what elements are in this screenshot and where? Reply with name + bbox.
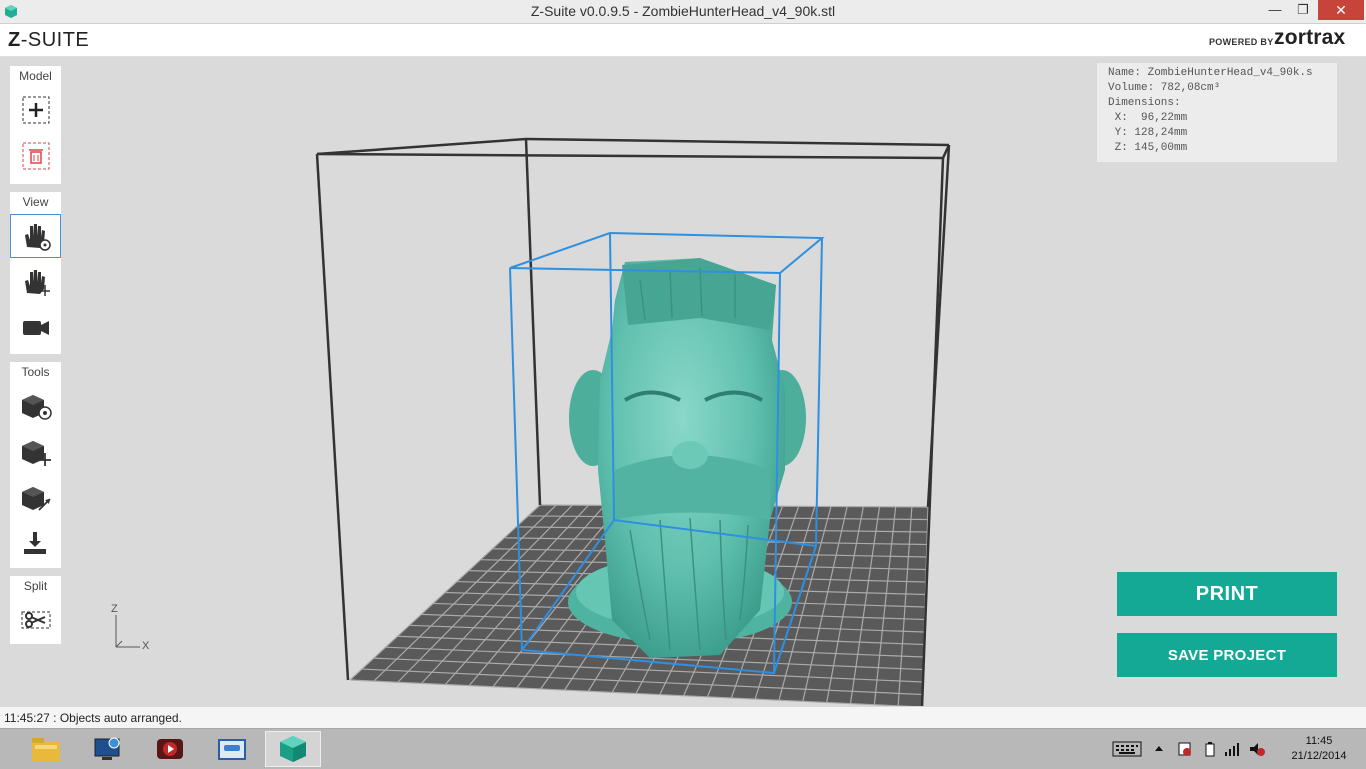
logo-text: -SUITE xyxy=(20,29,90,51)
save-project-button[interactable]: SAVE PROJECT xyxy=(1117,633,1337,677)
action-center-flag-icon[interactable] xyxy=(1176,741,1192,757)
volume-muted-icon[interactable] xyxy=(1248,741,1266,757)
split-panel: Split xyxy=(10,576,61,644)
axis-z-label: Z xyxy=(111,603,118,615)
camera-icon xyxy=(22,321,49,335)
model-info-panel: Name: ZombieHunterHead_v4_90k.s Volume: 7… xyxy=(1097,63,1337,162)
tools-panel-title: Tools xyxy=(21,365,50,379)
chat-window-icon xyxy=(218,739,246,760)
place-on-bed-icon xyxy=(23,532,46,554)
rotate-view-button[interactable] xyxy=(10,214,61,258)
cube-rotate-icon xyxy=(21,395,52,420)
delete-model-button[interactable] xyxy=(10,134,61,178)
dimension-x: X: 96,22mm xyxy=(1108,112,1188,124)
maximize-button[interactable]: ❐ xyxy=(1290,0,1316,20)
camera-view-button[interactable] xyxy=(10,306,61,350)
minimize-button[interactable]: — xyxy=(1262,0,1288,20)
status-bar: 11:45:27 : Objects auto arranged. xyxy=(0,706,1366,729)
split-panel-title: Split xyxy=(23,579,48,593)
tray-expand-icon[interactable] xyxy=(1154,741,1164,757)
lay-flat-button[interactable] xyxy=(10,522,61,566)
brand-logo: zortrax xyxy=(1274,26,1346,49)
title-bar: Z-Suite v0.0.9.5 - ZombieHunterHead_v4_9… xyxy=(0,0,1366,24)
system-clock[interactable]: 11:45 21/12/2014 xyxy=(1290,734,1348,764)
app-logo: Z-SUITE xyxy=(8,29,89,52)
scissors-icon xyxy=(21,611,50,629)
cube-scale-icon xyxy=(21,487,51,511)
powered-by-label: POWERED BY xyxy=(1209,37,1274,47)
add-model-button[interactable] xyxy=(10,88,61,132)
trash-icon xyxy=(22,142,49,170)
scale-object-button[interactable] xyxy=(10,476,61,520)
tools-panel: Tools xyxy=(10,362,61,568)
model-volume: Volume: 782,08cm³ xyxy=(1108,82,1221,94)
hand-rotate-icon xyxy=(24,224,51,251)
model-panel: Model xyxy=(10,66,61,184)
taskbar-media-player[interactable] xyxy=(142,731,198,767)
clock-time: 11:45 xyxy=(1305,735,1333,747)
view-panel-title: View xyxy=(22,195,49,209)
taskbar-file-explorer[interactable] xyxy=(18,731,74,767)
taskbar-remote-desktop[interactable] xyxy=(80,731,136,767)
dimension-y: Y: 128,24mm xyxy=(1108,127,1188,139)
app-header: Z-SUITE POWERED BY zortrax xyxy=(0,24,1366,57)
dimensions-label: Dimensions: xyxy=(1108,97,1181,109)
keyboard-icon[interactable] xyxy=(1112,741,1142,757)
network-signal-icon[interactable] xyxy=(1224,741,1242,757)
split-button[interactable] xyxy=(10,598,61,642)
taskbar-chat[interactable] xyxy=(204,731,260,767)
rotate-object-button[interactable] xyxy=(10,384,61,428)
logo-bold: Z xyxy=(8,29,21,51)
dimension-z: Z: 145,00mm xyxy=(1108,142,1188,154)
folder-icon xyxy=(32,738,60,761)
print-button[interactable]: PRINT xyxy=(1117,572,1337,616)
hand-move-icon xyxy=(24,270,50,296)
taskbar: 11:45 21/12/2014 xyxy=(0,728,1366,769)
model-panel-title: Model xyxy=(19,69,52,83)
window-title: Z-Suite v0.0.9.5 - ZombieHunterHead_v4_9… xyxy=(530,3,836,19)
move-object-button[interactable] xyxy=(10,430,61,474)
media-player-icon xyxy=(157,739,183,759)
axis-gizmo: Z X xyxy=(108,603,158,655)
clock-date: 21/12/2014 xyxy=(1291,750,1347,762)
taskbar-zsuite[interactable] xyxy=(265,731,321,767)
axis-x-label: X xyxy=(142,640,150,652)
zsuite-cube-icon xyxy=(280,736,306,762)
monitor-icon xyxy=(94,737,120,760)
cube-move-icon xyxy=(21,441,51,466)
pan-view-button[interactable] xyxy=(10,260,61,304)
add-model-icon xyxy=(22,96,49,124)
view-panel: View xyxy=(10,192,61,354)
close-button[interactable]: ✕ xyxy=(1318,0,1364,20)
status-message: 11:45:27 : Objects auto arranged. xyxy=(4,711,182,725)
model-name: Name: ZombieHunterHead_v4_90k.s xyxy=(1108,67,1313,79)
battery-icon[interactable] xyxy=(1204,741,1216,757)
